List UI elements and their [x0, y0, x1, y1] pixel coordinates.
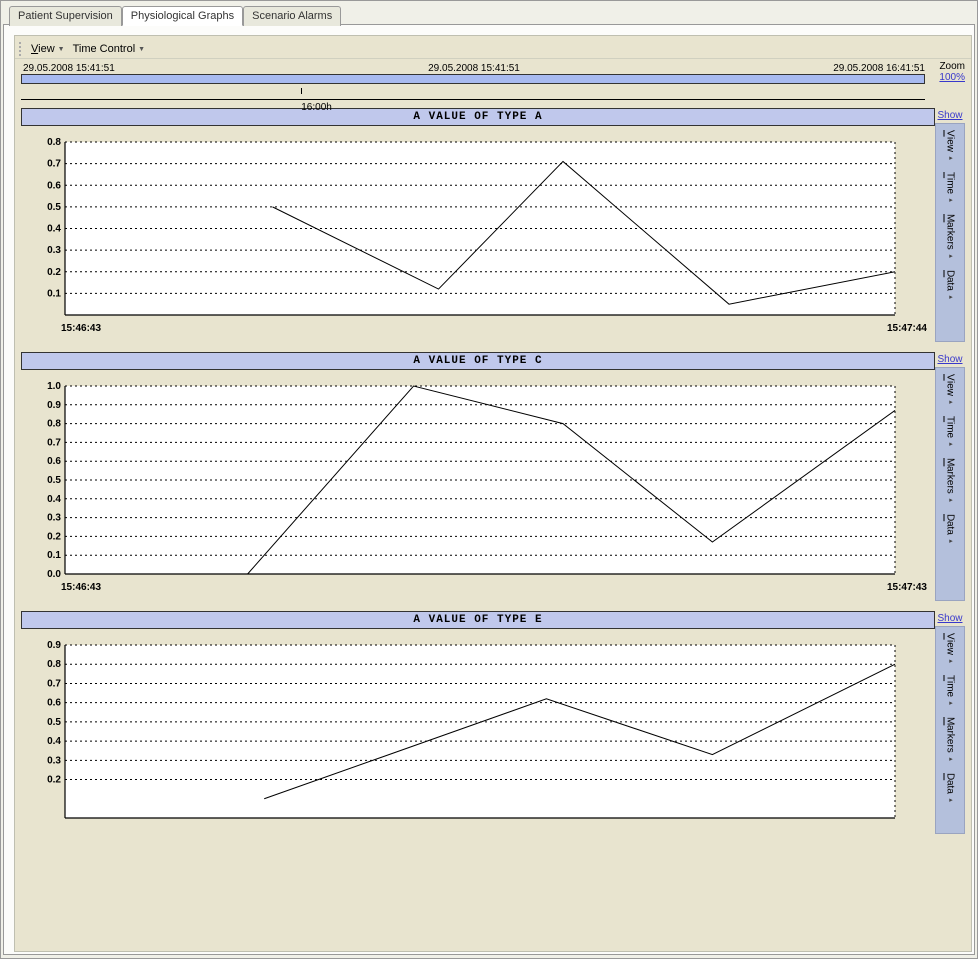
side-markers-menu[interactable]: Markers▸	[945, 717, 956, 765]
chart-sidebar: Show View▸ Time▸ Markers▸ Data▸	[935, 611, 965, 834]
time-control-menu[interactable]: Time Control ▼	[69, 41, 150, 57]
svg-text:0.3: 0.3	[47, 245, 61, 256]
chart-title: A VALUE OF TYPE E	[21, 611, 935, 629]
svg-text:0.5: 0.5	[47, 475, 61, 486]
chart-body: 0.2 0.3 0.4 0.5 0.6 0.7 0.8 0.9	[21, 629, 935, 834]
tab-scenario-alarms[interactable]: Scenario Alarms	[243, 6, 341, 26]
side-markers-menu[interactable]: Markers▸	[945, 458, 956, 506]
zoom-label: Zoom	[939, 61, 965, 72]
chart-plot: 0.1 0.2 0.3 0.4 0.5 0.6 0.7 0.8	[31, 136, 901, 321]
timeline-slider[interactable]	[21, 74, 925, 84]
show-link[interactable]: Show	[935, 611, 965, 626]
svg-text:0.3: 0.3	[47, 513, 61, 524]
charts-area: A VALUE OF TYPE A 0.10.20.30.40.50.60.70…	[15, 102, 971, 844]
chart-side-toolbar: View▸ Time▸ Markers▸ Data▸	[935, 367, 965, 601]
side-markers-menu[interactable]: Markers▸	[945, 214, 956, 262]
chart-side-toolbar: View▸ Time▸ Markers▸ Data▸	[935, 626, 965, 834]
svg-text:0.4: 0.4	[47, 736, 61, 747]
tab-patient-supervision[interactable]: Patient Supervision	[9, 6, 122, 26]
side-time-menu[interactable]: Time▸	[945, 172, 956, 206]
side-time-menu[interactable]: Time▸	[945, 675, 956, 709]
view-menu-label: iew	[38, 43, 55, 55]
chart-x-start: 15:46:43	[61, 323, 101, 334]
svg-text:0.2: 0.2	[47, 531, 61, 542]
side-view-menu[interactable]: View▸	[945, 633, 956, 667]
chart-body: 0.1 0.2 0.3 0.4 0.5 0.6 0.7 0.8 15:46:43 15:47:…	[21, 126, 935, 342]
svg-text:0.8: 0.8	[47, 419, 61, 430]
chart-block: A VALUE OF TYPE C 0.00.10.20.30.40.50.60…	[21, 352, 965, 601]
chart-sidebar: Show View▸ Time▸ Markers▸ Data▸	[935, 108, 965, 342]
svg-text:0.5: 0.5	[47, 717, 61, 728]
content-panel: View ▼ Time Control ▼ 29.05.2008 15:41:5…	[3, 24, 975, 955]
timeline-ruler: 16:00h	[21, 84, 925, 100]
chevron-down-icon: ▼	[138, 46, 145, 53]
side-data-menu[interactable]: Data▸	[945, 773, 956, 806]
chart-title: A VALUE OF TYPE A	[21, 108, 935, 126]
inner-panel: View ▼ Time Control ▼ 29.05.2008 15:41:5…	[14, 35, 972, 952]
toolbar: View ▼ Time Control ▼	[15, 40, 971, 59]
time-control-menu-label: Time Control	[73, 43, 136, 55]
show-link[interactable]: Show	[935, 352, 965, 367]
svg-text:0.2: 0.2	[47, 267, 61, 278]
chart-title: A VALUE OF TYPE C	[21, 352, 935, 370]
chart-block: A VALUE OF TYPE E 0.20.30.40.50.60.70.80…	[21, 611, 965, 834]
svg-text:0.7: 0.7	[47, 159, 61, 170]
show-link[interactable]: Show	[935, 108, 965, 123]
svg-text:0.0: 0.0	[47, 569, 61, 580]
chart-x-start: 15:46:43	[61, 582, 101, 593]
svg-text:0.5: 0.5	[47, 202, 61, 213]
chart-x-end: 15:47:44	[887, 323, 927, 334]
view-menu[interactable]: View ▼	[27, 41, 69, 57]
timeline-end: 29.05.2008 16:41:51	[833, 63, 925, 74]
svg-text:0.4: 0.4	[47, 224, 61, 235]
svg-text:0.7: 0.7	[47, 678, 61, 689]
chart-body: 0.0 0.1 0.2 0.3 0.4 0.5 0.6 0.7 0.8 0.9 1.0 15:46:…	[21, 370, 935, 601]
zoom-value[interactable]: 100%	[939, 72, 965, 83]
timeline: 29.05.2008 15:41:51 29.05.2008 15:41:51 …	[15, 59, 971, 102]
svg-text:1.0: 1.0	[47, 381, 61, 392]
chevron-down-icon: ▼	[58, 46, 65, 53]
svg-text:0.7: 0.7	[47, 437, 61, 448]
svg-text:0.1: 0.1	[47, 288, 61, 299]
side-time-menu[interactable]: Time▸	[945, 416, 956, 450]
svg-text:0.6: 0.6	[47, 456, 61, 467]
chart-side-toolbar: View▸ Time▸ Markers▸ Data▸	[935, 123, 965, 342]
side-data-menu[interactable]: Data▸	[945, 270, 956, 303]
side-data-menu[interactable]: Data▸	[945, 514, 956, 547]
timeline-mid: 29.05.2008 15:41:51	[428, 63, 520, 74]
svg-text:0.6: 0.6	[47, 180, 61, 191]
svg-text:0.8: 0.8	[47, 659, 61, 670]
side-view-menu[interactable]: View▸	[945, 374, 956, 408]
timeline-start: 29.05.2008 15:41:51	[23, 63, 115, 74]
timeline-tick: 16:00h	[301, 102, 332, 113]
svg-text:0.8: 0.8	[47, 137, 61, 148]
tabs-row: Patient Supervision Physiological Graphs…	[3, 5, 975, 25]
chart-plot: 0.2 0.3 0.4 0.5 0.6 0.7 0.8 0.9	[31, 639, 901, 824]
svg-text:0.6: 0.6	[47, 698, 61, 709]
svg-text:0.3: 0.3	[47, 755, 61, 766]
tab-physiological-graphs[interactable]: Physiological Graphs	[122, 6, 243, 26]
svg-text:0.2: 0.2	[47, 775, 61, 786]
svg-text:0.9: 0.9	[47, 400, 61, 411]
chart-sidebar: Show View▸ Time▸ Markers▸ Data▸	[935, 352, 965, 601]
side-view-menu[interactable]: View▸	[945, 130, 956, 164]
toolbar-gripper-icon	[19, 42, 23, 56]
svg-text:0.1: 0.1	[47, 550, 61, 561]
chart-x-end: 15:47:43	[887, 582, 927, 593]
chart-block: A VALUE OF TYPE A 0.10.20.30.40.50.60.70…	[21, 108, 965, 342]
main-window: Patient Supervision Physiological Graphs…	[0, 0, 978, 959]
svg-text:0.4: 0.4	[47, 494, 61, 505]
chart-plot: 0.0 0.1 0.2 0.3 0.4 0.5 0.6 0.7 0.8 0.9 1.0	[31, 380, 901, 580]
svg-text:0.9: 0.9	[47, 640, 61, 651]
